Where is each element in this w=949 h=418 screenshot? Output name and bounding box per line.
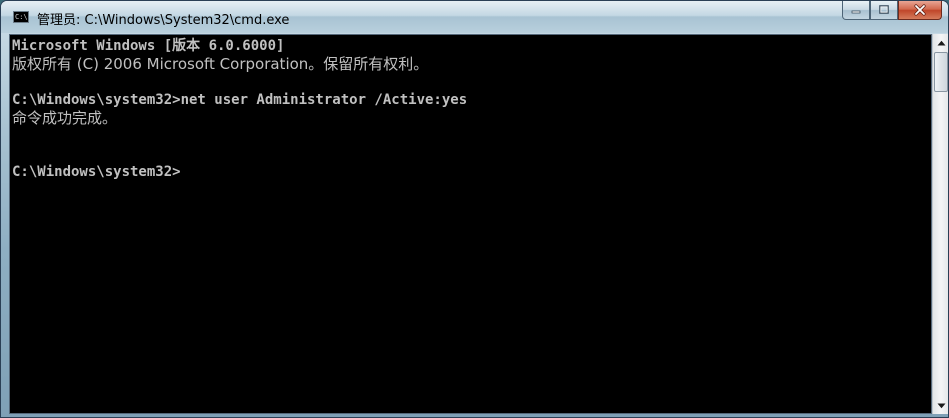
minimize-button[interactable] <box>842 1 870 20</box>
console-line-copyright: 版权所有 (C) 2006 Microsoft Corporation。保留所有… <box>12 55 429 73</box>
console-output[interactable]: Microsoft Windows [版本 6.0.6000] 版权所有 (C)… <box>9 34 932 414</box>
cmd-window: C:\ 管理员: C:\Windows\System32\cmd.exe Mic… <box>0 0 949 418</box>
scroll-up-arrow-icon <box>937 40 945 45</box>
console-lines: Microsoft Windows [版本 6.0.6000] 版权所有 (C)… <box>10 35 931 181</box>
close-icon <box>914 4 926 16</box>
scroll-up-button[interactable] <box>933 34 948 51</box>
console-line-version: Microsoft Windows [版本 6.0.6000] <box>12 38 285 54</box>
scroll-thumb[interactable] <box>934 52 948 92</box>
scroll-down-button[interactable] <box>933 397 948 414</box>
minimize-icon <box>851 10 861 14</box>
close-button[interactable] <box>898 1 942 20</box>
console-line-result: 命令成功完成。 <box>12 109 118 127</box>
caption-buttons <box>842 1 942 21</box>
cmd-icon[interactable]: C:\ <box>13 11 29 23</box>
window-title: 管理员: C:\Windows\System32\cmd.exe <box>37 13 290 28</box>
console-line-prompt: C:\Windows\system32> <box>12 164 181 180</box>
console-line-command: C:\Windows\system32>net user Administrat… <box>12 92 468 108</box>
title-bar[interactable]: C:\ 管理员: C:\Windows\System32\cmd.exe <box>1 1 948 33</box>
maximize-button[interactable] <box>870 1 898 20</box>
maximize-icon <box>879 5 889 14</box>
scroll-down-arrow-icon <box>937 403 945 408</box>
vertical-scrollbar[interactable] <box>932 34 948 414</box>
